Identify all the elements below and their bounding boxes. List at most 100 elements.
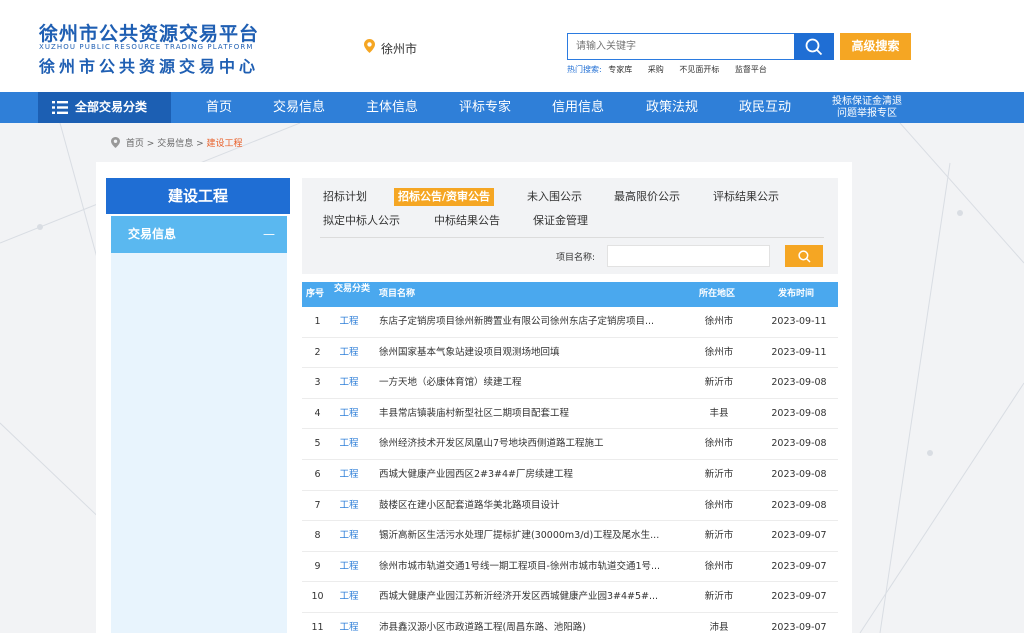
row-project-name[interactable]: 徐州国家基本气象站建设项目观测场地回填	[379, 338, 679, 368]
row-project-name[interactable]: 东店子定销房项目徐州新腾置业有限公司徐州东店子定销房项目...	[379, 307, 679, 337]
nav-item-policies[interactable]: 政策法规	[646, 92, 698, 123]
row-number: 4	[314, 407, 321, 419]
row-category[interactable]: 工程	[335, 460, 363, 490]
row-project-name[interactable]: 沛县鑫汉源小区市政道路工程(周昌东路、池阳路)	[379, 613, 679, 633]
nav-item-interaction[interactable]: 政民互动	[739, 92, 791, 123]
tab-deposit-management[interactable]: 保证金管理	[533, 212, 588, 230]
table-row[interactable]: 4 工程 丰县常店镇裴庙村新型社区二期项目配套工程 丰县 2023-09-08	[302, 399, 838, 430]
row-area: 徐州市	[704, 438, 734, 450]
breadcrumb-trade-info[interactable]: 交易信息	[157, 139, 193, 149]
sidebar-panel	[111, 216, 287, 633]
hot-search-label: 热门搜索:	[567, 65, 602, 74]
row-category[interactable]: 工程	[335, 338, 363, 368]
advanced-search-button[interactable]: 高级搜索	[840, 33, 911, 60]
nav-item-trade-info[interactable]: 交易信息	[273, 92, 325, 123]
sidebar-item-label: 交易信息	[128, 227, 177, 241]
row-category[interactable]: 工程	[335, 368, 363, 398]
row-project-name[interactable]: 一方天地（必康体育馆）续建工程	[379, 368, 679, 398]
tab-evaluation-result[interactable]: 评标结果公示	[713, 188, 779, 206]
row-category[interactable]: 工程	[335, 399, 363, 429]
row-category[interactable]: 工程	[335, 521, 363, 551]
tab-bid-plan[interactable]: 招标计划	[323, 188, 367, 206]
row-project-name[interactable]: 徐州经济技术开发区凤凰山7号地块西侧道路工程施工	[379, 429, 679, 459]
menu-list-icon	[52, 101, 68, 114]
row-number: 9	[314, 560, 321, 572]
table-row[interactable]: 11 工程 沛县鑫汉源小区市政道路工程(周昌东路、池阳路) 沛县 2023-09…	[302, 613, 838, 633]
breadcrumb-home[interactable]: 首页	[126, 139, 144, 149]
project-name-input[interactable]	[607, 245, 770, 267]
sidebar-item-trade-info[interactable]: 交易信息 —	[111, 216, 287, 253]
column-header-no: 序号	[306, 289, 325, 299]
project-name-label: 项目名称:	[556, 253, 596, 263]
row-date: 2023-09-08	[771, 438, 827, 450]
row-project-name[interactable]: 锡沂高新区生活污水处理厂提标扩建(30000m3/d)工程及尾水生...	[379, 521, 679, 551]
hot-search-item-supervision[interactable]: 监督平台	[735, 65, 767, 74]
row-number: 1	[314, 316, 321, 327]
breadcrumb-separator: >	[196, 139, 204, 149]
search-button[interactable]	[794, 33, 834, 60]
table-row[interactable]: 8 工程 锡沂高新区生活污水处理厂提标扩建(30000m3/d)工程及尾水生..…	[302, 521, 838, 552]
table-header: 序号 交易分类 项目名称 所在地区 发布时间	[302, 282, 838, 307]
nav-item-entity-info[interactable]: 主体信息	[366, 92, 418, 123]
row-category[interactable]: 工程	[335, 307, 363, 337]
table-row[interactable]: 1 工程 东店子定销房项目徐州新腾置业有限公司徐州东店子定销房项目... 徐州市…	[302, 307, 838, 338]
row-number: 5	[314, 438, 321, 450]
table-row[interactable]: 2 工程 徐州国家基本气象站建设项目观测场地回填 徐州市 2023-09-11	[302, 338, 838, 369]
row-date: 2023-09-08	[771, 407, 827, 419]
logo-title-center: 徐州市公共资源交易中心	[39, 57, 260, 76]
row-date: 2023-09-07	[771, 560, 827, 572]
row-category[interactable]: 工程	[335, 582, 363, 612]
location-selector[interactable]: 徐州市	[381, 40, 417, 57]
table-row[interactable]: 5 工程 徐州经济技术开发区凤凰山7号地块西侧道路工程施工 徐州市 2023-0…	[302, 429, 838, 460]
row-area: 新沂市	[704, 468, 734, 480]
row-date: 2023-09-08	[771, 499, 827, 511]
tab-proposed-winner[interactable]: 拟定中标人公示	[323, 212, 400, 230]
nav-item-experts[interactable]: 评标专家	[459, 92, 511, 123]
all-categories-button[interactable]: 全部交易分类	[38, 92, 171, 123]
tab-bid-announcement[interactable]: 招标公告/资审公告	[394, 188, 495, 206]
table-row[interactable]: 9 工程 徐州市城市轨道交通1号线一期工程项目-徐州市城市轨道交通1号... 徐…	[302, 552, 838, 583]
row-number: 8	[314, 530, 321, 542]
logo-title-platform[interactable]: 徐州市公共资源交易平台	[39, 19, 259, 46]
row-category[interactable]: 工程	[335, 491, 363, 521]
row-date: 2023-09-07	[771, 591, 827, 603]
nav-special-line-2: 问题举报专区	[837, 108, 897, 119]
tab-max-price[interactable]: 最高限价公示	[614, 188, 680, 206]
search-icon	[797, 249, 811, 263]
row-project-name[interactable]: 鼓楼区在建小区配套道路华美北路项目设计	[379, 491, 679, 521]
row-date: 2023-09-07	[771, 530, 827, 542]
row-number: 2	[314, 346, 321, 358]
row-project-name[interactable]: 丰县常店镇裴庙村新型社区二期项目配套工程	[379, 399, 679, 429]
tab-not-shortlisted[interactable]: 未入围公示	[527, 188, 582, 206]
row-project-name[interactable]: 西城大健康产业园江苏新沂经济开发区西城健康产业园3#4#5#...	[379, 582, 679, 612]
row-category[interactable]: 工程	[335, 429, 363, 459]
table-row[interactable]: 10 工程 西城大健康产业园江苏新沂经济开发区西城健康产业园3#4#5#... …	[302, 582, 838, 613]
sidebar-title: 建设工程	[106, 178, 290, 214]
row-project-name[interactable]: 徐州市城市轨道交通1号线一期工程项目-徐州市城市轨道交通1号...	[379, 552, 679, 582]
row-category[interactable]: 工程	[335, 552, 363, 582]
table-row[interactable]: 7 工程 鼓楼区在建小区配套道路华美北路项目设计 徐州市 2023-09-08	[302, 491, 838, 522]
breadcrumb-current: 建设工程	[206, 139, 243, 149]
table-body: 1 工程 东店子定销房项目徐州新腾置业有限公司徐州东店子定销房项目... 徐州市…	[302, 307, 838, 633]
row-area: 徐州市	[704, 560, 734, 572]
row-project-name[interactable]: 西城大健康产业园西区2#3#4#厂房续建工程	[379, 460, 679, 490]
location-pin-icon	[364, 39, 375, 53]
hot-search-item-expert-db[interactable]: 专家库	[608, 65, 632, 74]
hot-search-item-procurement[interactable]: 采购	[648, 65, 664, 74]
row-number: 7	[314, 499, 321, 511]
row-number: 10	[311, 591, 324, 603]
column-header-name: 项目名称	[379, 289, 416, 299]
table-row[interactable]: 3 工程 一方天地（必康体育馆）续建工程 新沂市 2023-09-08	[302, 368, 838, 399]
row-area: 丰县	[709, 407, 729, 419]
tab-award-result[interactable]: 中标结果公告	[434, 212, 500, 230]
search-input[interactable]	[567, 33, 794, 60]
nav-item-deposit-refund-report[interactable]: 投标保证金清退 问题举报专区	[830, 96, 904, 120]
collapse-icon[interactable]: —	[263, 216, 275, 253]
nav-item-home[interactable]: 首页	[206, 92, 232, 123]
hot-search-item-remote-bid[interactable]: 不见面开标	[679, 65, 719, 74]
row-category[interactable]: 工程	[335, 613, 363, 633]
site-header: 徐州市公共资源交易平台 XUZHOU PUBLIC RESOURCE TRADI…	[0, 0, 1024, 92]
table-row[interactable]: 6 工程 西城大健康产业园西区2#3#4#厂房续建工程 新沂市 2023-09-…	[302, 460, 838, 491]
nav-item-credit-info[interactable]: 信用信息	[552, 92, 604, 123]
filter-search-button[interactable]	[785, 245, 823, 267]
